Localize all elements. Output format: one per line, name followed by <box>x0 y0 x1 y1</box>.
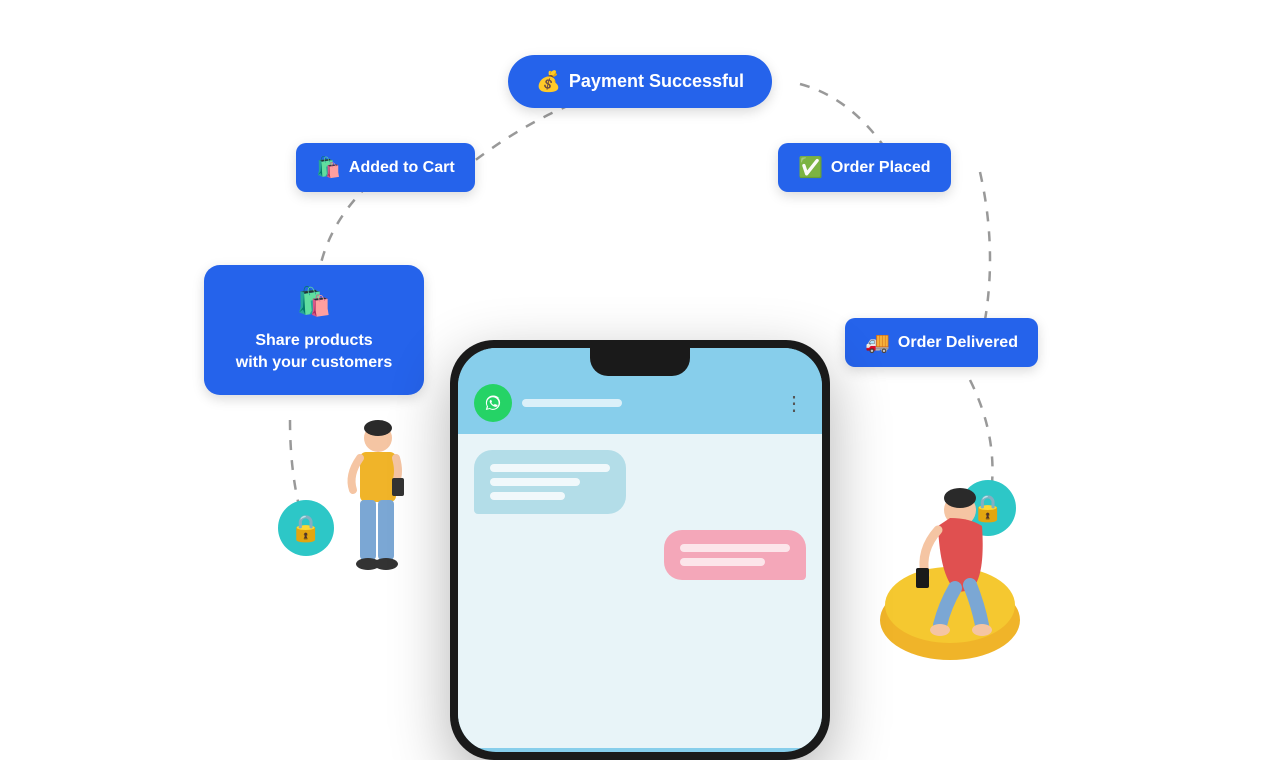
order-placed-icon: ✅ <box>798 155 823 180</box>
phone-mockup: ⋮ <box>450 340 830 760</box>
person-right <box>870 430 1030 660</box>
sent-bubble <box>664 530 806 580</box>
order-placed-label: Order Placed <box>831 159 931 177</box>
wa-menu-dots: ⋮ <box>784 391 806 416</box>
sent-line-1 <box>680 544 790 552</box>
bubble-line-3 <box>490 492 565 500</box>
bubble-line-1 <box>490 464 610 472</box>
share-icon: 🛍️ <box>297 285 332 318</box>
delivered-badge: 🚚 Order Delivered <box>845 318 1038 367</box>
person-left <box>338 420 418 620</box>
bubble-line-2 <box>490 478 580 486</box>
wa-header-left <box>474 384 622 422</box>
payment-label: Payment Successful <box>569 71 744 92</box>
delivered-label: Order Delivered <box>898 334 1018 352</box>
delivered-icon: 🚚 <box>865 330 890 355</box>
phone-notch <box>590 348 690 376</box>
order-placed-badge: ✅ Order Placed <box>778 143 951 192</box>
phone-screen: ⋮ <box>458 348 822 752</box>
wa-contact-name <box>522 399 622 407</box>
payment-badge: 💰 Payment Successful <box>508 55 772 108</box>
share-badge: 🛍️ Share products with your customers <box>204 265 424 395</box>
wa-name-line <box>522 399 622 407</box>
whatsapp-logo <box>474 384 512 422</box>
sent-line-2 <box>680 558 765 566</box>
payment-icon: 💰 <box>536 69 561 94</box>
received-bubble <box>474 450 626 514</box>
cart-label: Added to Cart <box>349 159 455 177</box>
main-scene: .dashed-arc { fill: none; stroke: #999; … <box>0 0 1280 720</box>
cart-badge: 🛍️ Added to Cart <box>296 143 475 192</box>
chat-area <box>458 434 822 748</box>
lock-left-icon: 🔒 <box>278 500 334 556</box>
share-label: Share products with your customers <box>236 330 392 375</box>
cart-icon: 🛍️ <box>316 155 341 180</box>
